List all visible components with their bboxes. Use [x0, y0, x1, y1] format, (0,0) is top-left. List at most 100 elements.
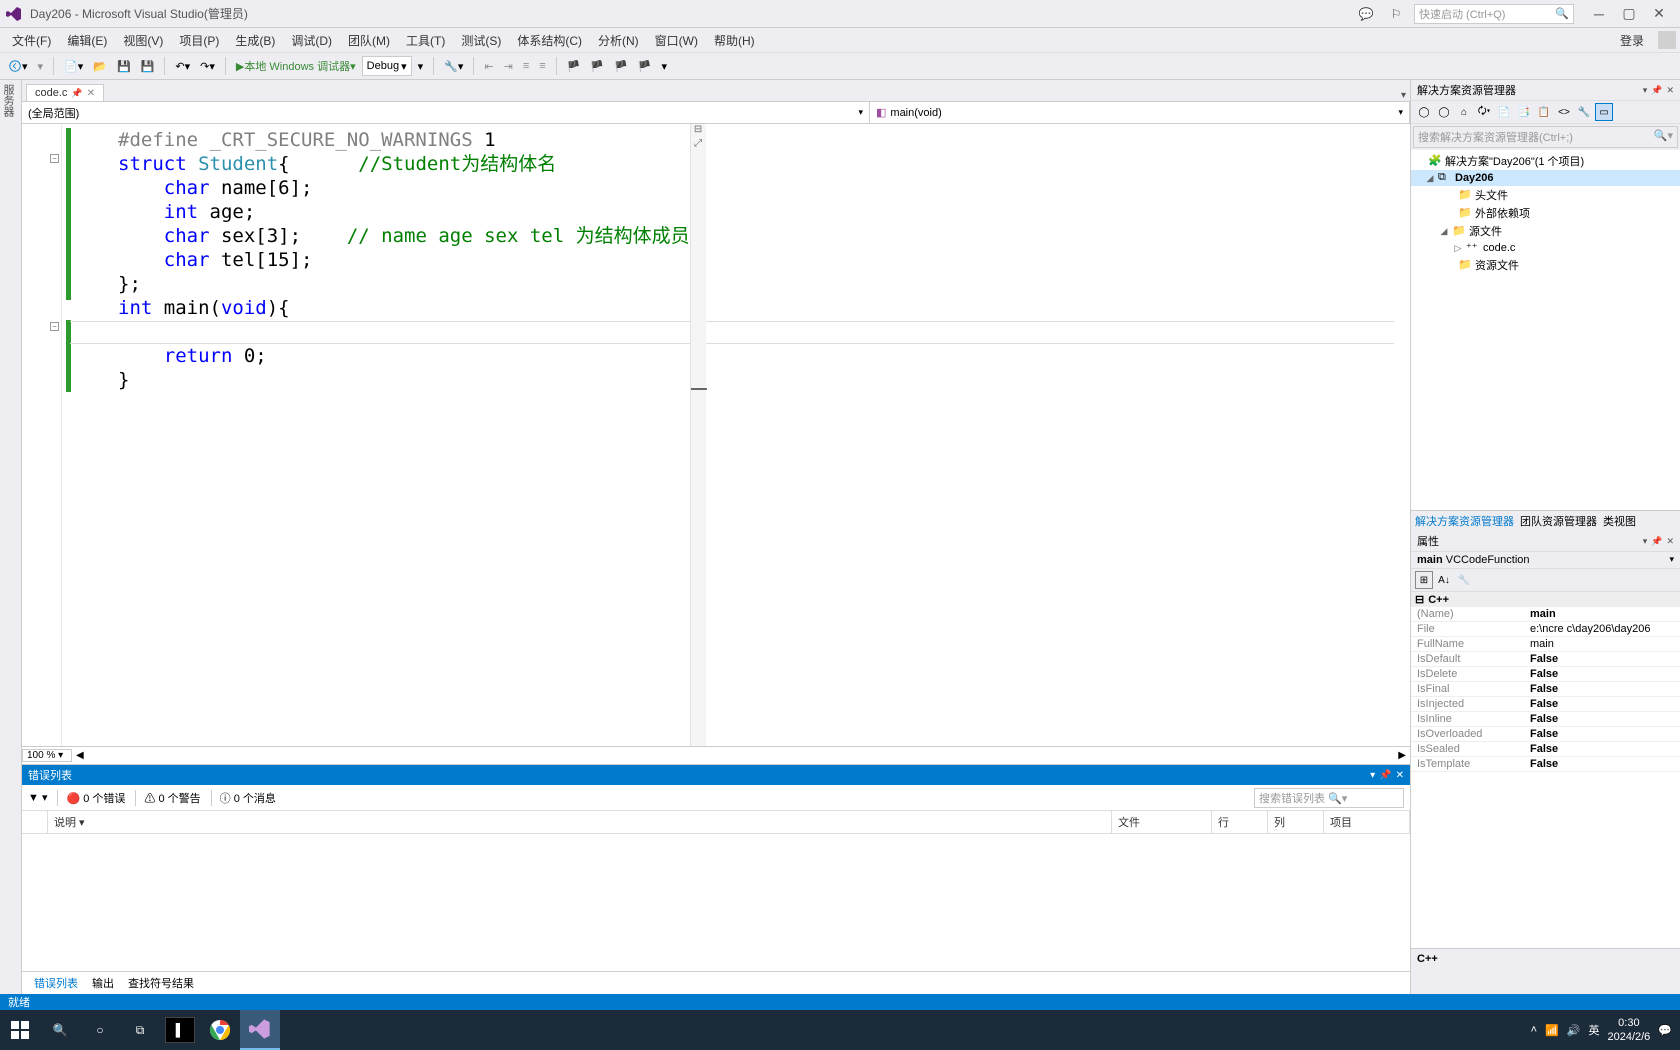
- menu-build[interactable]: 生成(B): [227, 32, 283, 49]
- close-button[interactable]: ✕: [1644, 0, 1674, 28]
- uncomment-button[interactable]: ≡: [535, 55, 549, 77]
- bookmark-button[interactable]: 🏴: [563, 55, 585, 77]
- h-scroll-right[interactable]: ▶: [1398, 750, 1406, 761]
- zoom-combo[interactable]: 100 % ▾: [22, 749, 72, 762]
- indent-left-button[interactable]: ⇤: [480, 55, 497, 77]
- ime-indicator[interactable]: 英: [1588, 1022, 1599, 1038]
- feedback-icon[interactable]: 💬: [1354, 4, 1378, 24]
- close-panel-icon[interactable]: ✕: [1666, 85, 1674, 96]
- toolbar-overflow[interactable]: ▾: [657, 55, 671, 77]
- tab-findsymbol[interactable]: 查找符号结果: [122, 974, 200, 992]
- pin-icon[interactable]: 📌: [1651, 536, 1662, 547]
- sign-in-link[interactable]: 登录: [1610, 32, 1654, 49]
- pin-icon[interactable]: 📌: [1651, 85, 1662, 96]
- vs-app[interactable]: [240, 1010, 280, 1050]
- volume-icon[interactable]: 🔊: [1567, 1024, 1581, 1037]
- errors-filter[interactable]: 🔴 0 个错误: [57, 790, 125, 806]
- tray-expand-icon[interactable]: ˄: [1531, 1024, 1537, 1036]
- resource-folder[interactable]: 📁资源文件: [1411, 256, 1680, 274]
- h-scroll-left[interactable]: ◀: [76, 750, 84, 761]
- menu-team[interactable]: 团队(M): [340, 32, 398, 49]
- comment-button[interactable]: ≡: [519, 55, 533, 77]
- code-content[interactable]: #define _CRT_SECURE_NO_WARNINGS 1struct …: [62, 124, 690, 746]
- start-debug-button[interactable]: ▶ 本地 Windows 调试器 ▾: [232, 55, 360, 77]
- prop-pages-icon[interactable]: 🔧: [1455, 571, 1473, 589]
- clock[interactable]: 0:302024/2/6: [1607, 1016, 1650, 1044]
- next-bookmark-button[interactable]: 🏴: [610, 55, 632, 77]
- menu-debug[interactable]: 调试(D): [283, 32, 340, 49]
- fwd-icon[interactable]: ◯: [1435, 103, 1453, 121]
- properties-object[interactable]: main VCCodeFunction▾: [1411, 552, 1680, 569]
- error-search-input[interactable]: 搜索错误列表 🔍▾: [1254, 788, 1404, 808]
- panel-menu-icon[interactable]: ▾: [1643, 85, 1648, 96]
- panel-menu-icon[interactable]: ▾: [1370, 770, 1375, 781]
- source-folder[interactable]: ◢📁源文件: [1411, 222, 1680, 240]
- pin-icon[interactable]: 📌: [1379, 770, 1391, 781]
- redo-button[interactable]: ↷▾: [196, 55, 219, 77]
- col-project[interactable]: 项目: [1324, 811, 1410, 833]
- menu-edit[interactable]: 编辑(E): [59, 32, 115, 49]
- tab-errorlist[interactable]: 错误列表: [28, 974, 84, 992]
- solution-platform-button[interactable]: ▾: [414, 55, 428, 77]
- menu-architecture[interactable]: 体系结构(C): [509, 32, 590, 49]
- col-file[interactable]: 文件: [1112, 811, 1212, 833]
- header-folder[interactable]: 📁头文件: [1411, 186, 1680, 204]
- solution-search-input[interactable]: 搜索解决方案资源管理器(Ctrl+;)🔍▾: [1413, 126, 1678, 148]
- home-icon[interactable]: ⌂: [1455, 103, 1473, 121]
- solution-root[interactable]: 🧩解决方案"Day206"(1 个项目): [1411, 152, 1680, 170]
- prev-bookmark-button[interactable]: 🏴: [586, 55, 608, 77]
- undo-button[interactable]: ↶▾: [171, 55, 194, 77]
- flag-icon[interactable]: ⚐: [1384, 4, 1408, 24]
- save-all-button[interactable]: 💾: [137, 55, 159, 77]
- properties-icon[interactable]: 🔧: [1575, 103, 1593, 121]
- extern-folder[interactable]: 📁外部依赖项: [1411, 204, 1680, 222]
- refresh-icon[interactable]: 🗘▾: [1475, 103, 1493, 121]
- col-col[interactable]: 列: [1268, 811, 1324, 833]
- start-button[interactable]: [0, 1010, 40, 1050]
- col-icon[interactable]: [22, 811, 48, 833]
- menu-project[interactable]: 项目(P): [171, 32, 227, 49]
- close-panel-icon[interactable]: ✕: [1396, 770, 1404, 781]
- maximize-button[interactable]: ▢: [1614, 0, 1644, 28]
- notifications-icon[interactable]: 💬: [1658, 1024, 1672, 1037]
- show-all-icon[interactable]: 📋: [1535, 103, 1553, 121]
- collapse-icon[interactable]: 📑: [1515, 103, 1533, 121]
- fold-icon[interactable]: −: [50, 154, 59, 163]
- project-node[interactable]: ◢⧉Day206: [1411, 170, 1680, 186]
- close-tab-icon[interactable]: ✕: [87, 88, 95, 99]
- split-icon[interactable]: ⊟: [691, 124, 706, 135]
- menu-window[interactable]: 窗口(W): [647, 32, 706, 49]
- close-panel-icon[interactable]: ✕: [1666, 536, 1674, 547]
- new-button[interactable]: 📄▾: [60, 55, 87, 77]
- taskview-button[interactable]: ⧉: [120, 1010, 160, 1050]
- messages-filter[interactable]: ⓘ 0 个消息: [211, 790, 276, 806]
- minimize-button[interactable]: ─: [1584, 0, 1614, 28]
- preview-icon[interactable]: ▭: [1595, 103, 1613, 121]
- chrome-app[interactable]: [200, 1010, 240, 1050]
- menu-file[interactable]: 文件(F): [4, 32, 59, 49]
- tab-output[interactable]: 输出: [86, 974, 120, 992]
- filter-icon[interactable]: ▼ ▾: [28, 791, 47, 804]
- properties-grid[interactable]: ⊟ C++(Name)mainFilee:\ncre c\day206\day2…: [1411, 592, 1680, 948]
- categorize-icon[interactable]: ⊞: [1415, 571, 1433, 589]
- menu-help[interactable]: 帮助(H): [706, 32, 763, 49]
- avatar-icon[interactable]: [1658, 31, 1676, 49]
- menu-tools[interactable]: 工具(T): [398, 32, 453, 49]
- indent-right-button[interactable]: ⇥: [500, 55, 517, 77]
- tab-overflow-icon[interactable]: ▾: [1397, 90, 1410, 101]
- scope-combo[interactable]: (全局范围)▾: [22, 102, 870, 123]
- col-line[interactable]: 行: [1212, 811, 1268, 833]
- left-dock-tab[interactable]: 服务器: [0, 80, 22, 994]
- expand-icon[interactable]: ⤢: [691, 138, 706, 149]
- cortana-button[interactable]: ○: [80, 1010, 120, 1050]
- config-combo[interactable]: Debug▾: [362, 56, 412, 76]
- pin-icon[interactable]: 📌: [71, 88, 82, 99]
- tab-solution[interactable]: 解决方案资源管理器: [1415, 513, 1514, 529]
- code-file[interactable]: ▷⁺⁺code.c: [1411, 240, 1680, 256]
- terminal-app[interactable]: ▌: [165, 1017, 195, 1043]
- code-icon[interactable]: <>: [1555, 103, 1573, 121]
- tab-classview[interactable]: 类视图: [1603, 513, 1636, 529]
- search-button[interactable]: 🔍: [40, 1010, 80, 1050]
- col-desc[interactable]: 说明 ▾: [48, 811, 1112, 833]
- code-editor[interactable]: − − #define _CRT_SECURE_NO_WARNINGS 1str…: [22, 124, 1410, 746]
